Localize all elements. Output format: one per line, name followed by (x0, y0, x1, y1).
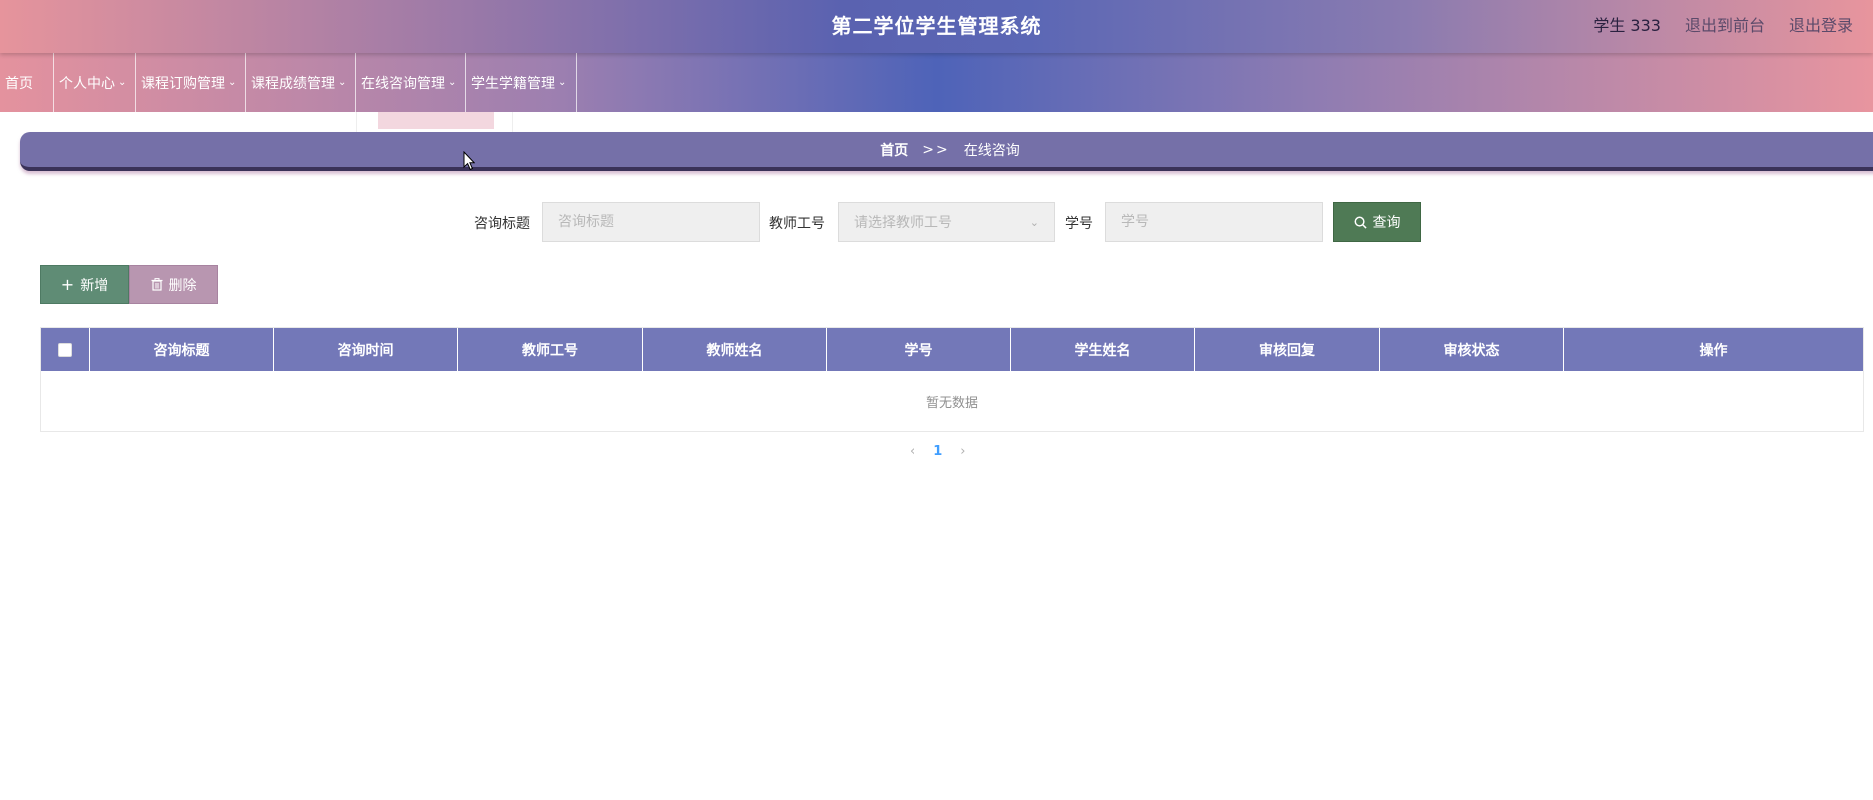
teacher-id-label: 教师工号 (769, 216, 825, 232)
breadcrumb-home[interactable]: 首页 (880, 140, 908, 160)
breadcrumb: 首页 >> 在线咨询 (20, 132, 1873, 171)
top-header: 第二学位学生管理系统 学生 333 退出到前台 退出登录 (0, 0, 1873, 53)
column-header[interactable]: 学号 (827, 328, 1011, 371)
nav-item-online-consult[interactable]: 在线咨询管理 ⌄ (356, 53, 466, 112)
breadcrumb-separator: >> (922, 141, 950, 158)
title-search-input[interactable] (542, 202, 760, 242)
nav-item-label: 在线咨询管理 (361, 75, 445, 92)
teacher-id-placeholder: 请选择教师工号 (854, 215, 952, 231)
app-title: 第二学位学生管理系统 (831, 14, 1042, 38)
query-button-label: 查询 (1372, 215, 1401, 231)
plus-icon: + (60, 274, 75, 294)
chevron-down-icon: ⌄ (228, 77, 237, 88)
mouse-cursor-icon (463, 151, 475, 171)
column-header[interactable]: 学生姓名 (1011, 328, 1195, 371)
trash-icon (151, 278, 162, 291)
column-header[interactable]: 审核回复 (1195, 328, 1380, 371)
breadcrumb-current: 在线咨询 (963, 142, 1020, 159)
nav-item-course-grades[interactable]: 课程成绩管理 ⌄ (246, 53, 356, 112)
delete-button[interactable]: 删除 (129, 265, 218, 304)
student-id-input[interactable] (1105, 202, 1323, 242)
column-header[interactable]: 审核状态 (1380, 328, 1564, 371)
column-header[interactable]: 教师姓名 (643, 328, 827, 371)
chevron-down-icon: ⌄ (338, 77, 347, 88)
nav-item-label: 学生学籍管理 (471, 75, 555, 92)
column-header: 操作 (1699, 342, 1728, 359)
search-icon (1354, 216, 1367, 229)
nav-item-student-status[interactable]: 学生学籍管理 ⌄ (466, 53, 577, 112)
nav-item-label: 首页 (5, 75, 33, 92)
pagination: ‹ 1 › (910, 444, 965, 459)
column-header[interactable]: 咨询标题 (90, 328, 274, 371)
back-to-front-link[interactable]: 退出到前台 (1685, 12, 1765, 36)
next-page-icon[interactable]: › (960, 444, 965, 459)
add-button[interactable]: + 新增 (40, 265, 129, 304)
nav-item-home[interactable]: 首页 (0, 53, 54, 112)
header-select-cell (41, 328, 90, 371)
select-all-checkbox[interactable] (58, 342, 72, 357)
search-form: 咨询标题 教师工号 请选择教师工号 ⌄ 学号 查询 (0, 202, 1873, 242)
main-nav: 首页 个人中心 ⌄ 课程订购管理 ⌄ 课程成绩管理 ⌄ 在线咨询管理 ⌄ 学生学… (0, 53, 1873, 112)
title-search-label: 咨询标题 (474, 216, 530, 232)
nav-item-course-order[interactable]: 课程订购管理 ⌄ (136, 53, 246, 112)
delete-button-label: 删除 (168, 277, 197, 294)
chevron-down-icon: ⌄ (1029, 215, 1039, 229)
column-header[interactable]: 教师工号 (458, 328, 643, 371)
chevron-down-icon: ⌄ (558, 77, 567, 88)
student-id-label: 学号 (1065, 216, 1093, 232)
teacher-id-select[interactable]: 请选择教师工号 ⌄ (838, 202, 1055, 242)
table-header: 咨询标题 咨询时间 教师工号 教师姓名 学号 学生姓名 审核回复 审核状态 操作 (41, 328, 1863, 371)
page-number[interactable]: 1 (933, 444, 942, 459)
nav-item-label: 个人中心 (59, 75, 115, 92)
column-header[interactable]: 咨询时间 (274, 328, 458, 371)
user-area: 学生 333 退出到前台 退出登录 (1593, 12, 1853, 36)
logout-link[interactable]: 退出登录 (1789, 12, 1853, 36)
dropdown-item-highlight[interactable] (378, 112, 494, 129)
query-button[interactable]: 查询 (1333, 202, 1421, 242)
user-name: 学生 333 (1593, 16, 1661, 35)
nav-item-label: 课程成绩管理 (251, 75, 335, 92)
add-button-label: 新增 (80, 277, 109, 294)
prev-page-icon[interactable]: ‹ (910, 444, 915, 459)
chevron-down-icon: ⌄ (118, 77, 127, 88)
empty-state: 暂无数据 (925, 395, 978, 411)
nav-item-personal-center[interactable]: 个人中心 ⌄ (54, 53, 136, 112)
consult-table: 咨询标题 咨询时间 教师工号 教师姓名 学号 学生姓名 审核回复 审核状态 操作… (40, 327, 1864, 432)
chevron-down-icon: ⌄ (448, 77, 457, 88)
nav-item-label: 课程订购管理 (141, 75, 225, 92)
nav-dropdown-menu (356, 112, 513, 132)
